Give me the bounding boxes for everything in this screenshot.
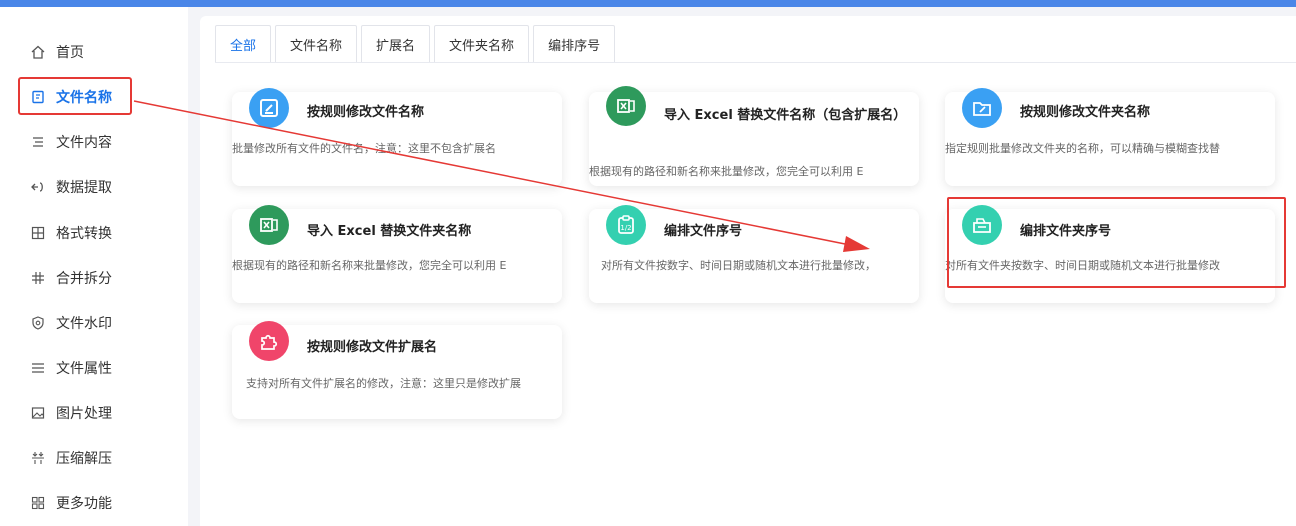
card-number-files[interactable]: 1/2 编排文件序号 对所有文件按数字、时间日期或随机文本进行批量修改， xyxy=(589,205,919,303)
card-title: 按规则修改文件名称 xyxy=(307,105,425,120)
tab-folder-name[interactable]: 文件夹名称 xyxy=(434,25,530,63)
card-rename-extension[interactable]: 按规则修改文件扩展名 支持对所有文件扩展名的修改，注意：这里只是修改扩展 xyxy=(232,321,562,419)
sidebar-item-format-convert[interactable]: 格式转换 xyxy=(30,221,112,245)
card-description: 根据现有的路径和新名称来批量修改，您完全可以利用 E xyxy=(589,165,864,178)
sidebar-item-home[interactable]: 首页 xyxy=(30,40,84,64)
target-highlight-box xyxy=(947,197,1286,288)
card-description: 对所有文件按数字、时间日期或随机文本进行批量修改， xyxy=(601,259,876,272)
file-attribute-icon xyxy=(30,360,46,376)
card-title: 导入 Excel 替换文件名称（包含扩展名） xyxy=(664,108,907,123)
data-extract-icon xyxy=(30,179,46,195)
card-title: 按规则修改文件扩展名 xyxy=(307,340,438,355)
card-description: 支持对所有文件扩展名的修改，注意：这里只是修改扩展 xyxy=(246,377,521,390)
card-title: 编排文件序号 xyxy=(664,224,743,239)
tab-file-name[interactable]: 文件名称 xyxy=(275,25,358,63)
sidebar-item-label: 图片处理 xyxy=(56,406,112,422)
sidebar-item-label: 更多功能 xyxy=(56,496,112,512)
sidebar-item-file-attribute[interactable]: 文件属性 xyxy=(30,356,112,380)
sidebar-item-file-content[interactable]: 文件内容 xyxy=(30,130,112,154)
sidebar-item-watermark[interactable]: 文件水印 xyxy=(30,311,112,335)
edit-document-icon xyxy=(249,88,289,128)
file-rename-icon xyxy=(30,89,46,105)
merge-split-icon xyxy=(30,270,46,286)
card-description: 根据现有的路径和新名称来批量修改，您完全可以利用 E xyxy=(232,259,507,272)
sidebar-item-label: 数据提取 xyxy=(56,180,112,196)
excel-icon xyxy=(249,205,289,245)
tab-numbering[interactable]: 编排序号 xyxy=(533,25,616,63)
card-description: 批量修改所有文件的文件名，注意：这里不包含扩展名 xyxy=(232,142,496,155)
sidebar-item-image[interactable]: 图片处理 xyxy=(30,401,112,425)
sidebar-item-file-name[interactable]: 文件名称 xyxy=(30,85,112,109)
tab-all[interactable]: 全部 xyxy=(215,25,272,63)
sidebar-item-label: 文件名称 xyxy=(56,90,112,106)
card-title: 导入 Excel 替换文件夹名称 xyxy=(307,224,472,239)
image-icon xyxy=(30,405,46,421)
sidebar-item-label: 文件属性 xyxy=(56,361,112,377)
card-description: 指定规则批量修改文件夹的名称，可以精确与模糊查找替 xyxy=(945,142,1220,155)
tab-bar: 全部 文件名称 扩展名 文件夹名称 编排序号 xyxy=(215,25,619,63)
more-icon xyxy=(30,495,46,511)
puzzle-icon xyxy=(249,321,289,361)
excel-icon xyxy=(606,86,646,126)
top-bar xyxy=(0,0,1296,7)
file-content-icon xyxy=(30,134,46,150)
sidebar-item-compress[interactable]: 压缩解压 xyxy=(30,446,112,470)
sidebar-item-label: 合并拆分 xyxy=(56,271,112,287)
sidebar-item-label: 压缩解压 xyxy=(56,451,112,467)
card-rename-folders[interactable]: 按规则修改文件夹名称 指定规则批量修改文件夹的名称，可以精确与模糊查找替 xyxy=(945,88,1275,186)
sidebar-item-data-extract[interactable]: 数据提取 xyxy=(30,175,112,199)
tab-divider xyxy=(215,62,1296,63)
sidebar-item-merge-split[interactable]: 合并拆分 xyxy=(30,266,112,290)
compress-icon xyxy=(30,450,46,466)
folder-edit-icon xyxy=(962,88,1002,128)
sidebar-item-label: 文件水印 xyxy=(56,316,112,332)
home-icon xyxy=(30,44,46,60)
svg-text:1/2: 1/2 xyxy=(620,224,631,232)
card-title: 按规则修改文件夹名称 xyxy=(1020,105,1151,120)
sidebar-item-more[interactable]: 更多功能 xyxy=(30,491,112,515)
sidebar-item-label: 格式转换 xyxy=(56,226,112,242)
card-excel-rename-folders[interactable]: 导入 Excel 替换文件夹名称 根据现有的路径和新名称来批量修改，您完全可以利… xyxy=(232,205,562,303)
format-convert-icon xyxy=(30,225,46,241)
tab-extension[interactable]: 扩展名 xyxy=(361,25,431,63)
clipboard-number-icon: 1/2 xyxy=(606,205,646,245)
sidebar-item-label: 文件内容 xyxy=(56,135,112,151)
sidebar-item-label: 首页 xyxy=(56,45,84,61)
card-excel-rename-files[interactable]: 导入 Excel 替换文件名称（包含扩展名） 根据现有的路径和新名称来批量修改，… xyxy=(589,86,919,186)
card-rename-files[interactable]: 按规则修改文件名称 批量修改所有文件的文件名，注意：这里不包含扩展名 xyxy=(232,88,562,186)
watermark-icon xyxy=(30,315,46,331)
